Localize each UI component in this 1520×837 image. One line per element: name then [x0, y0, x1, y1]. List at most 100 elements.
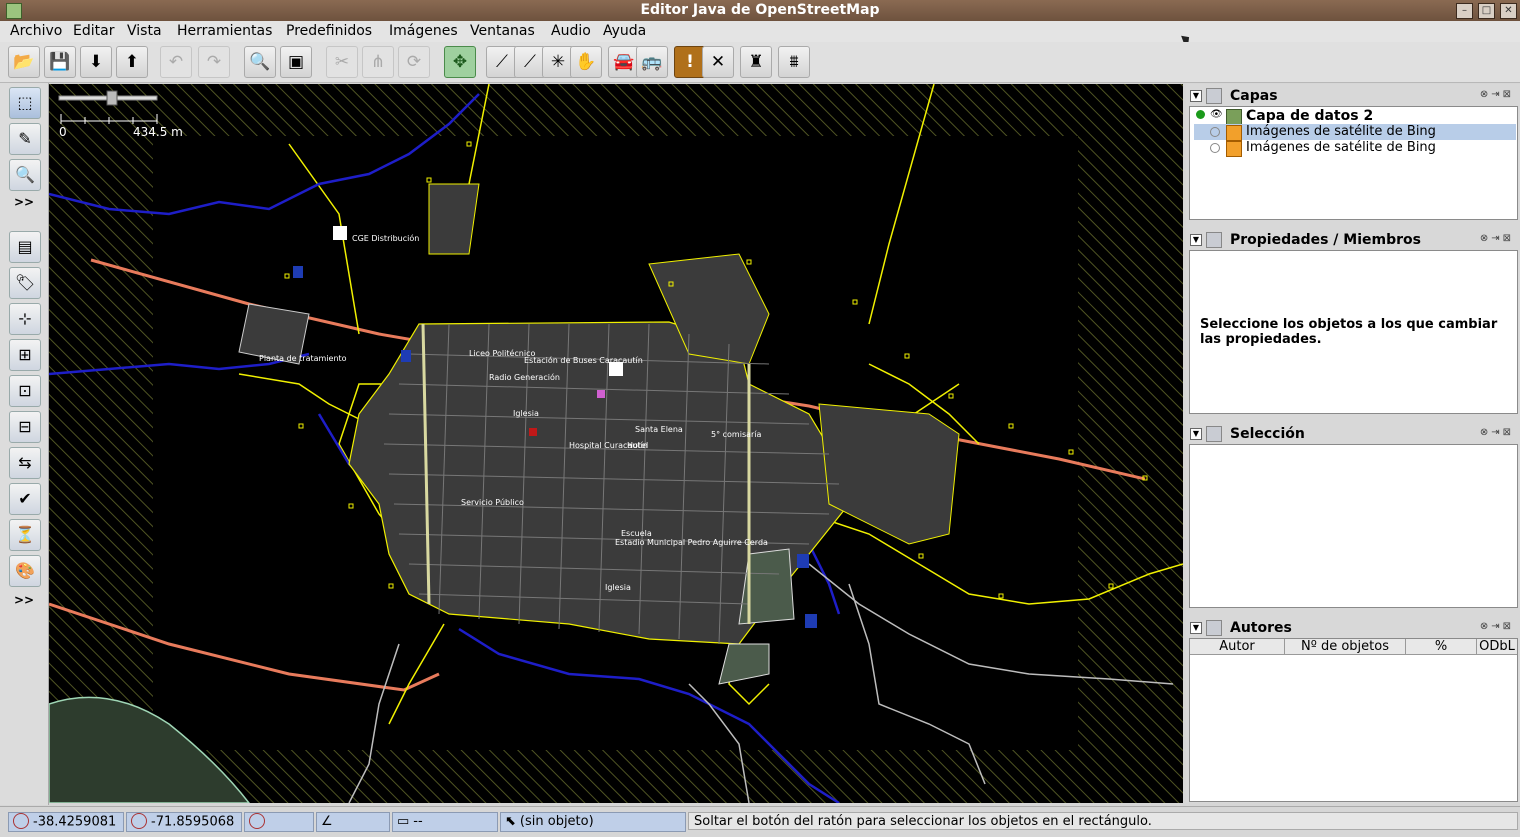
open-file-button[interactable]: 📂	[8, 46, 40, 78]
status-message: Soltar el botón del ratón para seleccion…	[688, 812, 1518, 830]
conflict-toggle-icon[interactable]: ⇆	[9, 447, 41, 479]
redo-button[interactable]: ↷	[198, 46, 230, 78]
download-button[interactable]: ⬇	[80, 46, 112, 78]
history-toggle-icon[interactable]: ⊡	[9, 375, 41, 407]
dialog-buttons[interactable]: ⊗⇥⊠	[1480, 233, 1514, 244]
hospital-icon	[529, 428, 537, 436]
layer-item-bing-1[interactable]: Imágenes de satélite de Bing	[1194, 124, 1516, 141]
column-header[interactable]: Nº de objetos	[1285, 639, 1406, 654]
collapse-toggle-icon[interactable]: ▼	[1190, 90, 1202, 102]
menu-audio[interactable]: Audio	[551, 23, 591, 39]
authors-table-header: Autor Nº de objetos % ODbL	[1190, 639, 1517, 655]
commands-toggle-icon[interactable]: ⊟	[9, 411, 41, 443]
selection-toggle-icon[interactable]: ⊹	[9, 303, 41, 335]
latitude-icon	[13, 813, 29, 829]
authors-table: Autor Nº de objetos % ODbL	[1189, 638, 1518, 802]
menu-predefinidos[interactable]: Predefinidos	[286, 23, 372, 39]
column-header[interactable]: ODbL	[1477, 639, 1517, 654]
ruler-icon: ▭	[397, 814, 410, 829]
menu-imagenes[interactable]: Imágenes	[389, 23, 458, 39]
barrier-preset-button[interactable]: ✕	[702, 46, 734, 78]
collapse-toggle-icon[interactable]: ▼	[1190, 234, 1202, 246]
selection-title: Selección	[1230, 426, 1305, 442]
map-view[interactable]: CGE Distribución Planta de tratamiento L…	[49, 84, 1183, 803]
filter-toggle-icon[interactable]: ⏳	[9, 519, 41, 551]
layers-toggle-icon[interactable]: ▤	[9, 231, 41, 263]
menu-vista[interactable]: Vista	[127, 23, 162, 39]
status-bar: -38.4259081 -71.8595068 ∠ ▭ -- ⬉ (sin obje…	[0, 806, 1520, 837]
zoom-tool-icon[interactable]: 🔍	[9, 159, 41, 191]
visible-eye-icon[interactable]: 👁	[1210, 109, 1223, 120]
industrial-preset-button[interactable]: ⩩	[778, 46, 810, 78]
map-label: Escuela	[621, 529, 652, 538]
layer-item-bing-2[interactable]: Imágenes de satélite de Bing	[1194, 140, 1516, 157]
visibility-toggle-icon[interactable]	[1210, 127, 1220, 137]
bing-imagery-icon	[1226, 125, 1242, 141]
map-label: Hotel	[627, 441, 648, 450]
layer-name: Imágenes de satélite de Bing	[1246, 124, 1436, 139]
poi-icon	[797, 554, 809, 568]
undo-button[interactable]: ↶	[160, 46, 192, 78]
layers-dialog-header[interactable]: ▼ Capas ⊗⇥⊠	[1186, 86, 1518, 106]
angle-icon: ∠	[321, 814, 333, 829]
select-tool-icon[interactable]: ⬚	[9, 87, 41, 119]
upload-button[interactable]: ⬆	[116, 46, 148, 78]
castle-preset-button[interactable]: ♜	[740, 46, 772, 78]
selection-list[interactable]	[1189, 444, 1518, 608]
map-label: Planta de tratamiento	[259, 354, 347, 363]
column-header[interactable]: %	[1406, 639, 1477, 654]
longitude-value: -71.8595068	[151, 814, 235, 830]
power-icon	[333, 226, 347, 240]
preferences-button[interactable]: 🔍	[244, 46, 276, 78]
distance-value: --	[413, 814, 423, 829]
map-canvas[interactable]: CGE Distribución Planta de tratamiento L…	[49, 84, 1183, 803]
close-window-button[interactable]: ✕	[1500, 3, 1517, 19]
menu-ayuda[interactable]: Ayuda	[603, 23, 646, 39]
object-value: (sin objeto)	[519, 814, 594, 829]
menu-archivo[interactable]: Archivo	[10, 23, 62, 39]
zoom-to-selection-button[interactable]: ✥	[444, 46, 476, 78]
menu-ventanas[interactable]: Ventanas	[470, 23, 535, 39]
selection-dialog-header[interactable]: ▼ Selección ⊗⇥⊠	[1186, 424, 1518, 444]
bus-preset-button[interactable]: 🚌	[636, 46, 668, 78]
title-bar: Editor Java de OpenStreetMap – □ ✕	[0, 0, 1520, 21]
split-way-button[interactable]: ✂	[326, 46, 358, 78]
collapse-toggle-icon[interactable]: ▼	[1190, 428, 1202, 440]
map-label: Radio Generación	[489, 372, 560, 382]
save-button[interactable]: 💾	[44, 46, 76, 78]
more-tools-icon[interactable]: >>	[14, 195, 34, 209]
scale-start-label: 0	[59, 125, 67, 139]
maximize-button[interactable]: □	[1478, 3, 1495, 19]
data-layer-icon	[1226, 109, 1242, 125]
menu-herramientas[interactable]: Herramientas	[177, 23, 272, 39]
menu-editar[interactable]: Editar	[73, 23, 114, 39]
tag-editor-button[interactable]: ▣	[280, 46, 312, 78]
authors-icon	[1206, 620, 1222, 636]
column-header[interactable]: Autor	[1190, 639, 1285, 654]
more-dialogs-icon[interactable]: >>	[14, 593, 34, 607]
map-style-toggle-icon[interactable]: 🎨	[9, 555, 41, 587]
properties-dialog-header[interactable]: ▼ Propiedades / Miembros ⊗⇥⊠	[1186, 230, 1518, 250]
zoom-slider-knob[interactable]	[106, 90, 118, 106]
scale-end-label: 434.5 m	[133, 125, 183, 139]
pan-hand-button[interactable]: ✋	[570, 46, 602, 78]
layer-item-data[interactable]: 👁 Capa de datos 2	[1194, 108, 1516, 125]
poi-icon	[609, 362, 623, 376]
collapse-toggle-icon[interactable]: ▼	[1190, 622, 1202, 634]
dialog-buttons[interactable]: ⊗⇥⊠	[1480, 621, 1514, 632]
longitude-field: -71.8595068	[126, 812, 242, 832]
combine-way-button[interactable]: ⋔	[362, 46, 394, 78]
authors-dialog-header[interactable]: ▼ Autores ⊗⇥⊠	[1186, 618, 1518, 638]
draw-tool-icon[interactable]: ✎	[9, 123, 41, 155]
dialog-buttons[interactable]: ⊗⇥⊠	[1480, 89, 1514, 100]
minimize-button[interactable]: –	[1456, 3, 1473, 19]
map-label: 5° comisaría	[711, 430, 762, 439]
dialog-buttons[interactable]: ⊗⇥⊠	[1480, 427, 1514, 438]
properties-toggle-icon[interactable]: 🏷	[9, 267, 41, 299]
map-label: Iglesia	[513, 409, 539, 418]
visibility-toggle-icon[interactable]	[1210, 143, 1220, 153]
relations-toggle-icon[interactable]: ⊞	[9, 339, 41, 371]
window-title: Editor Java de OpenStreetMap	[640, 2, 880, 18]
reverse-way-button[interactable]: ⟳	[398, 46, 430, 78]
validation-toggle-icon[interactable]: ✔	[9, 483, 41, 515]
